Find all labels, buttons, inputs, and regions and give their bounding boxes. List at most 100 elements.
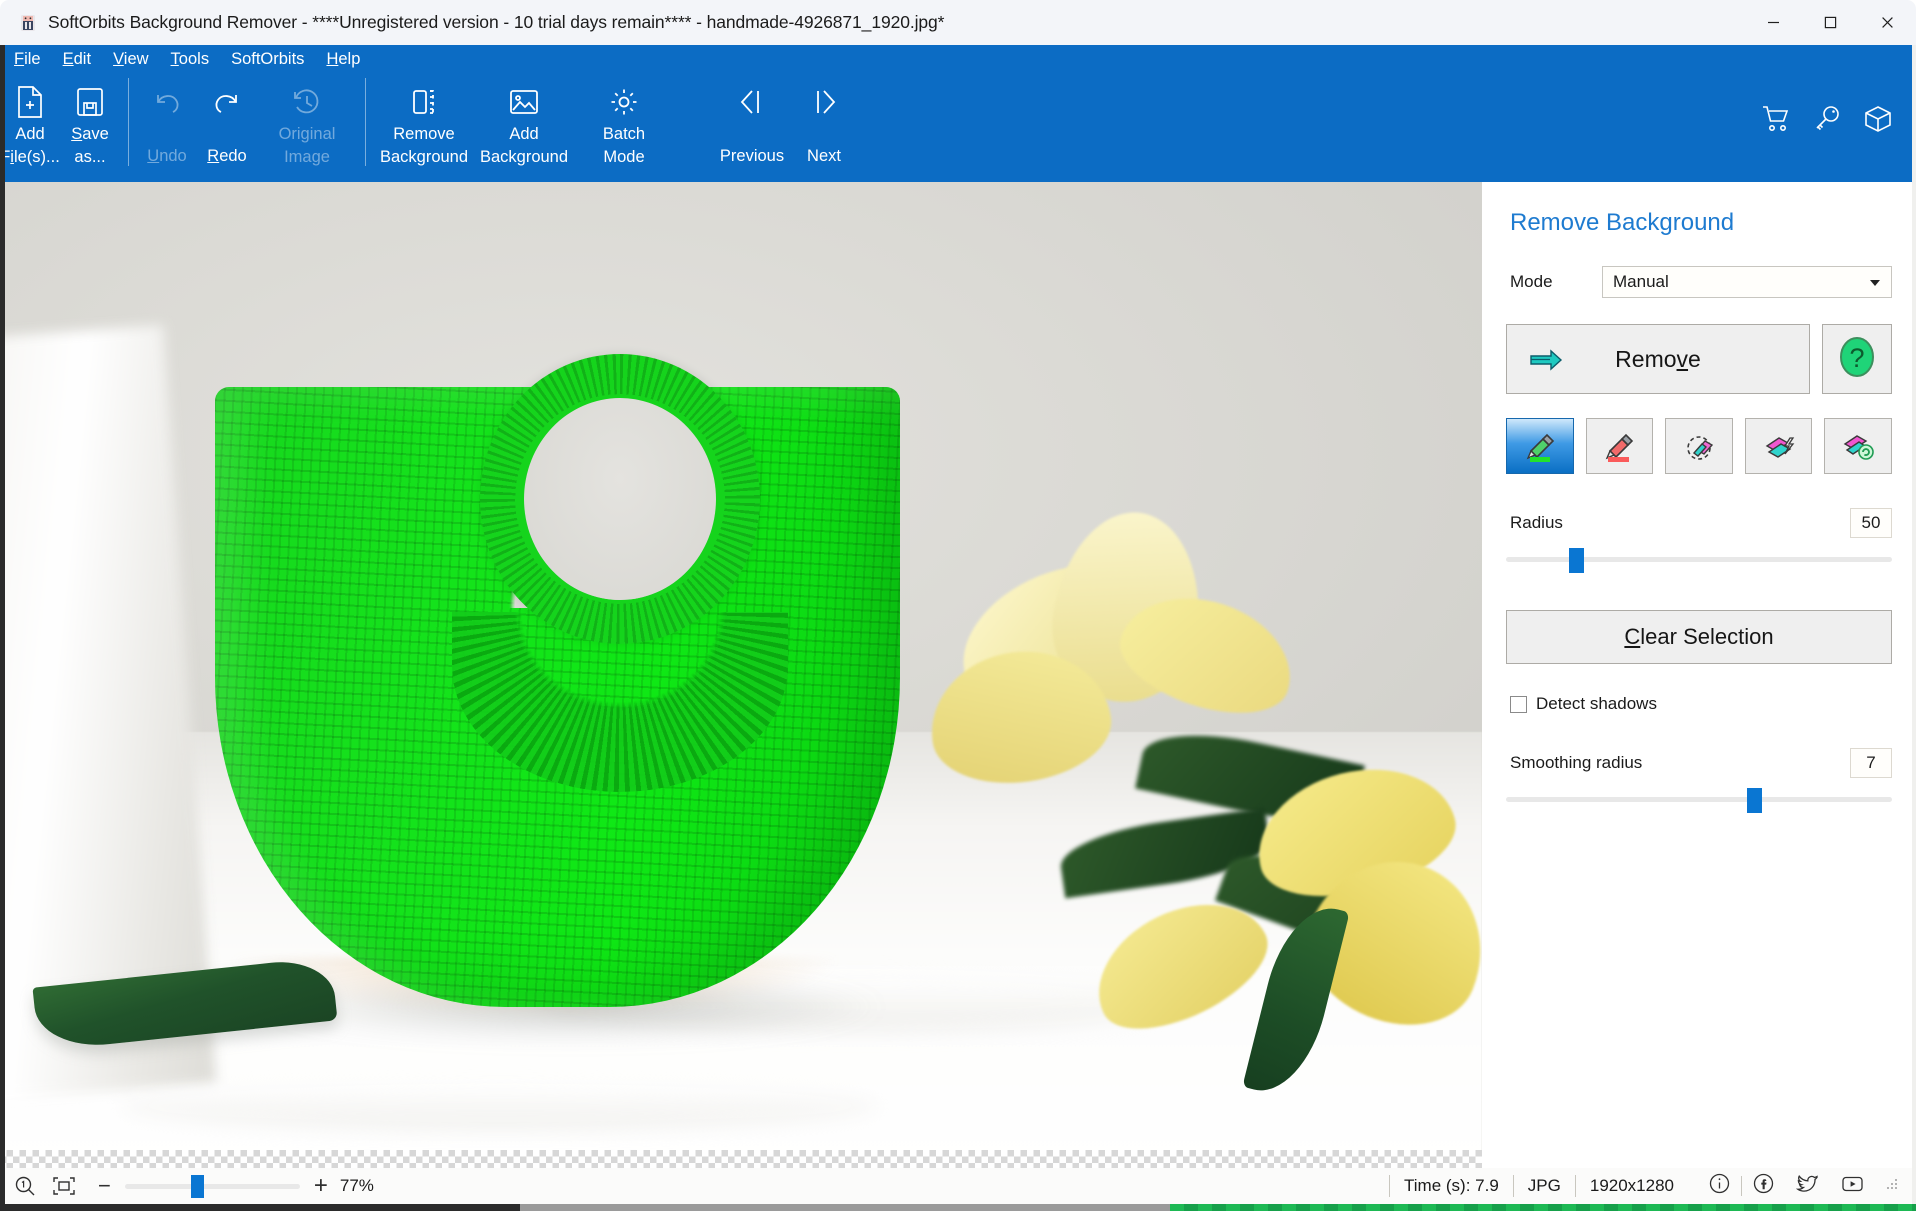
add-files-label-1: Add xyxy=(15,124,44,145)
picture-icon xyxy=(508,82,540,122)
detect-shadows-label: Detect shadows xyxy=(1536,694,1657,714)
menu-file[interactable]: File xyxy=(14,50,41,69)
application-window: SoftOrbits Background Remover - ****Unre… xyxy=(0,0,1916,1211)
info-circle-icon[interactable] xyxy=(1698,1173,1741,1199)
toolbar-right-icons xyxy=(1762,73,1916,182)
marker-keep-tool[interactable] xyxy=(1506,418,1574,474)
radius-slider-thumb[interactable] xyxy=(1569,548,1584,573)
zoom-in-button[interactable]: + xyxy=(314,1174,328,1198)
remove-background-panel: Remove Background Mode Manual Remove xyxy=(1482,182,1916,1165)
twitter-bird-icon[interactable] xyxy=(1785,1173,1830,1199)
zoom-slider-thumb[interactable] xyxy=(191,1175,204,1198)
toolbar-separator-1 xyxy=(128,78,129,166)
menu-edit[interactable]: Edit xyxy=(63,50,91,69)
clear-selection-button[interactable]: Clear Selection xyxy=(1506,610,1892,664)
photo-bag-handle-hole xyxy=(524,398,716,600)
eraser-tool[interactable] xyxy=(1665,418,1733,474)
zoom-one-to-one-icon[interactable] xyxy=(14,1175,36,1197)
undo-label: Undo xyxy=(147,146,186,167)
magic-wand-tool[interactable] xyxy=(1745,418,1813,474)
file-format-label: JPG xyxy=(1513,1175,1575,1197)
smoothing-slider-thumb[interactable] xyxy=(1747,788,1762,813)
save-as-label-1: Save xyxy=(71,124,109,145)
next-button[interactable]: Next xyxy=(788,73,860,173)
remove-background-label-2: Background xyxy=(380,147,468,168)
radius-label: Radius xyxy=(1510,513,1563,533)
resize-grip-icon[interactable] xyxy=(1885,1177,1898,1195)
status-bar: − + 77% Time (s): 7.9 JPG 1920x1280 xyxy=(0,1168,1916,1204)
detect-shadows-checkbox[interactable] xyxy=(1510,696,1527,713)
status-bar-right: Time (s): 7.9 JPG 1920x1280 xyxy=(1389,1173,1916,1199)
save-as-button[interactable]: Save as... xyxy=(60,73,120,173)
key-icon[interactable] xyxy=(1814,105,1842,138)
underlay-mid xyxy=(520,1204,1170,1211)
shopping-cart-icon[interactable] xyxy=(1762,105,1792,138)
close-button[interactable] xyxy=(1859,0,1916,45)
remove-background-label-1: Remove xyxy=(393,124,454,145)
batch-mode-button[interactable]: Batch Mode xyxy=(574,73,674,173)
fit-to-window-icon[interactable] xyxy=(52,1176,76,1196)
cutout-rect-icon xyxy=(408,82,440,122)
menu-view[interactable]: View xyxy=(113,50,148,69)
clear-selection-label: Clear Selection xyxy=(1624,624,1773,650)
save-as-label-2: as... xyxy=(74,147,105,168)
help-button[interactable]: ? xyxy=(1822,324,1892,394)
marker-remove-tool[interactable] xyxy=(1586,418,1654,474)
remove-background-button[interactable]: Remove Background xyxy=(374,73,474,173)
selection-tools-row xyxy=(1506,418,1892,474)
app-icon xyxy=(18,13,38,33)
window-title: SoftOrbits Background Remover - ****Unre… xyxy=(48,12,944,33)
maximize-button[interactable] xyxy=(1802,0,1859,45)
undo-button[interactable]: Undo xyxy=(137,73,197,173)
zoom-percent-label: 77% xyxy=(340,1176,374,1196)
box-icon[interactable] xyxy=(1864,105,1892,138)
window-controls xyxy=(1745,0,1916,45)
redo-button[interactable]: Redo xyxy=(197,73,257,173)
batch-mode-label-1: Batch xyxy=(603,124,645,145)
toolbar-group-file: Add File(s)... Save as... xyxy=(0,73,120,182)
undo-arrow-icon xyxy=(150,82,184,122)
minimize-button[interactable] xyxy=(1745,0,1802,45)
history-clock-icon xyxy=(291,82,323,122)
window-left-edge xyxy=(0,45,5,1204)
underlay-right xyxy=(1170,1204,1916,1211)
redo-arrow-icon xyxy=(210,82,244,122)
radius-slider-track xyxy=(1506,557,1892,562)
youtube-icon[interactable] xyxy=(1830,1174,1875,1199)
panel-title: Remove Background xyxy=(1510,209,1892,237)
previous-button[interactable]: Previous xyxy=(716,73,788,173)
menu-tools[interactable]: Tools xyxy=(171,50,210,69)
add-files-button[interactable]: Add File(s)... xyxy=(0,73,60,173)
image-canvas[interactable] xyxy=(0,182,1482,1165)
social-links xyxy=(1698,1173,1875,1199)
mode-dropdown[interactable]: Manual xyxy=(1602,266,1892,298)
title-bar: SoftOrbits Background Remover - ****Unre… xyxy=(0,0,1916,45)
smoothing-header: Smoothing radius 7 xyxy=(1506,748,1892,778)
radius-value[interactable]: 50 xyxy=(1850,508,1892,538)
original-image-button[interactable]: Original Image xyxy=(257,73,357,173)
arrow-right-icon xyxy=(808,82,840,122)
remove-button[interactable]: Remove xyxy=(1506,324,1810,394)
restore-tool[interactable] xyxy=(1824,418,1892,474)
detect-shadows-row[interactable]: Detect shadows xyxy=(1506,694,1892,714)
mode-row: Mode Manual xyxy=(1506,266,1892,298)
mode-label: Mode xyxy=(1510,272,1602,292)
zoom-slider[interactable] xyxy=(125,1171,300,1201)
smoothing-radius-value[interactable]: 7 xyxy=(1850,748,1892,778)
original-image-label-1: Original xyxy=(279,124,336,145)
add-background-label-1: Add xyxy=(509,124,538,145)
menu-help[interactable]: Help xyxy=(326,50,360,69)
radius-slider[interactable] xyxy=(1506,546,1892,574)
remove-row: Remove ? xyxy=(1506,324,1892,394)
add-background-button[interactable]: Add Background xyxy=(474,73,574,173)
background-window-sliver xyxy=(0,1204,1916,1211)
transparency-checkerboard xyxy=(0,1150,1482,1168)
toolbar-group-actions: Remove Background Add Background xyxy=(374,73,674,182)
facebook-icon[interactable] xyxy=(1742,1173,1785,1199)
question-mark-icon: ? xyxy=(1836,334,1878,385)
menu-softorbits[interactable]: SoftOrbits xyxy=(231,50,304,69)
smoothing-radius-slider[interactable] xyxy=(1506,786,1892,814)
main-toolbar: Add File(s)... Save as... xyxy=(0,73,1916,182)
image-dimensions-label: 1920x1280 xyxy=(1575,1175,1688,1197)
zoom-out-button[interactable]: − xyxy=(98,1175,111,1197)
